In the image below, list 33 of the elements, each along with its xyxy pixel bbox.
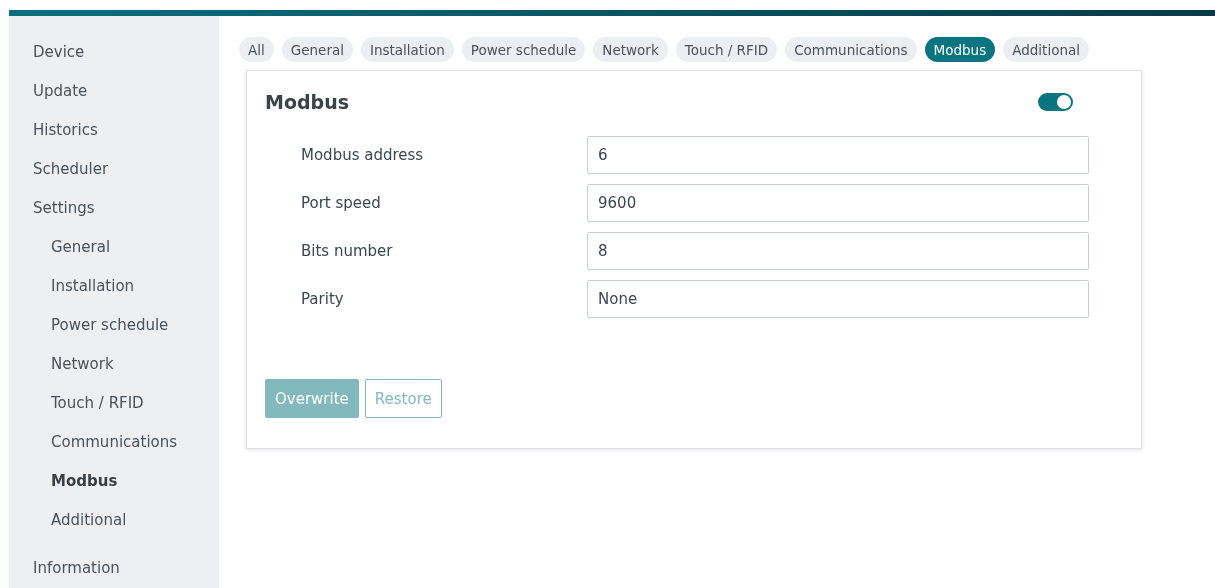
card-title: Modbus [265, 91, 349, 113]
filter-tab[interactable]: Installation [360, 37, 454, 62]
input-field[interactable]: 6 [587, 136, 1089, 174]
sidebar-item[interactable]: Additional [9, 508, 219, 547]
filter-tab[interactable]: Communications [785, 37, 917, 62]
sidebar-item[interactable]: Network [9, 352, 219, 391]
sidebar-item[interactable]: Communications [9, 430, 219, 469]
sidebar-item[interactable]: Scheduler [9, 157, 219, 196]
sidebar-item[interactable]: Modbus [9, 469, 219, 508]
field-label: Parity [301, 290, 345, 308]
toggle-switch[interactable] [1038, 93, 1073, 111]
sidebar-item[interactable]: Historics [9, 118, 219, 157]
field-label: Modbus address [301, 146, 425, 164]
sidebar-item[interactable]: Information [9, 556, 219, 588]
sidebar-item[interactable]: Installation [9, 274, 219, 313]
filter-tab[interactable]: Touch / RFID [675, 37, 778, 62]
filter-tab[interactable]: Modbus [924, 37, 996, 62]
filter-tab[interactable]: Additional [1003, 37, 1089, 62]
sidebar-item[interactable]: Settings [9, 196, 219, 235]
filter-tab[interactable]: All [239, 37, 274, 62]
sidebar-item[interactable]: Power schedule [9, 313, 219, 352]
filter-tab[interactable]: Power schedule [461, 37, 586, 62]
sidebar-item[interactable]: Touch / RFID [9, 391, 219, 430]
filter-tab[interactable]: General [281, 37, 353, 62]
input-field[interactable]: 9600 [587, 184, 1089, 222]
filter-tab[interactable]: Network [593, 37, 668, 62]
input-field[interactable]: None [587, 280, 1089, 318]
input-field[interactable]: 8 [587, 232, 1089, 270]
sidebar-item[interactable]: General [9, 235, 219, 274]
sidebar-item[interactable]: Device [9, 40, 219, 79]
sidebar-item[interactable]: Update [9, 79, 219, 118]
field-label: Bits number [301, 242, 394, 260]
field-label: Port speed [301, 194, 382, 212]
